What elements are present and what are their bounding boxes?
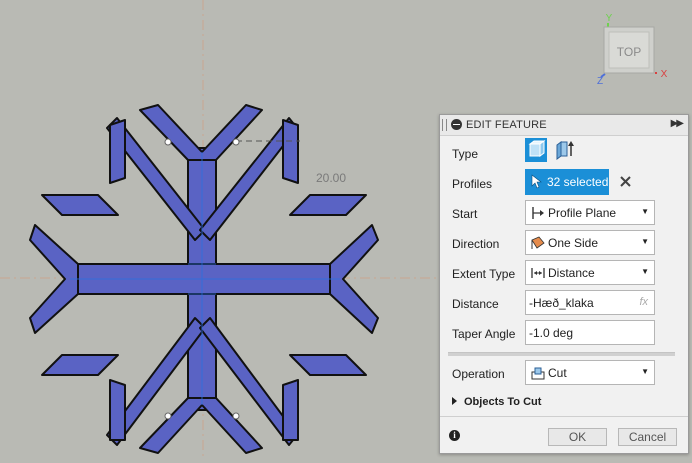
objects-to-cut-toggle[interactable]: Objects To Cut bbox=[452, 396, 541, 408]
branch-ll-a[interactable] bbox=[41, 354, 119, 376]
distance-input[interactable]: -Hæð_klaka fx bbox=[525, 290, 655, 315]
panel-footer: i OK Cancel bbox=[440, 416, 688, 453]
chevron-down-icon: ▼ bbox=[641, 237, 649, 246]
extent-type-value: Distance bbox=[548, 266, 595, 280]
direction-dropdown[interactable]: One Side ▼ bbox=[525, 230, 655, 255]
start-value: Profile Plane bbox=[548, 206, 617, 220]
profiles-label: Profiles bbox=[452, 177, 493, 191]
cancel-button[interactable]: Cancel bbox=[618, 428, 677, 446]
one-side-icon bbox=[531, 236, 545, 249]
ok-button[interactable]: OK bbox=[548, 428, 607, 446]
branch-lr-a[interactable] bbox=[289, 354, 367, 376]
branch-ur-b[interactable] bbox=[282, 119, 299, 184]
dimension-handle-left[interactable] bbox=[164, 138, 172, 146]
y-axis-label: Y bbox=[606, 13, 613, 24]
extent-type-dropdown[interactable]: Distance ▼ bbox=[525, 260, 655, 285]
start-label: Start bbox=[452, 207, 478, 221]
surface-extrude-icon bbox=[556, 141, 574, 160]
divider bbox=[448, 352, 675, 356]
fx-icon[interactable]: fx bbox=[639, 296, 648, 308]
direction-value: One Side bbox=[548, 236, 599, 250]
type-label: Type bbox=[452, 147, 479, 161]
taper-angle-input[interactable]: -1.0 deg bbox=[525, 320, 655, 345]
objects-to-cut-label: Objects To Cut bbox=[464, 396, 542, 408]
dimension-value: 20.00 bbox=[316, 171, 346, 185]
branch-ul-b[interactable] bbox=[109, 119, 126, 184]
chevron-down-icon: ▼ bbox=[641, 367, 649, 376]
panel-title: EDIT FEATURE bbox=[466, 119, 547, 131]
distance-icon bbox=[531, 268, 545, 278]
expand-icon[interactable]: ▶▶ bbox=[671, 118, 684, 129]
z-axis-label: Z bbox=[597, 76, 603, 87]
view-cube-svg: TOP Y X Z bbox=[597, 13, 668, 87]
direction-label: Direction bbox=[452, 237, 500, 251]
expand-triangle-icon bbox=[452, 397, 457, 405]
handle-bottom-right[interactable] bbox=[232, 412, 240, 420]
cube-face-label: TOP bbox=[617, 45, 641, 59]
distance-label: Distance bbox=[452, 297, 499, 311]
profiles-count: 32 selected bbox=[547, 175, 609, 189]
clear-selection-icon[interactable] bbox=[620, 176, 631, 187]
handle-bottom-left[interactable] bbox=[164, 412, 172, 420]
cursor-icon bbox=[531, 174, 542, 189]
chevron-down-icon: ▼ bbox=[641, 207, 649, 216]
type-surface-button[interactable] bbox=[553, 138, 575, 162]
distance-value: -Hæð_klaka bbox=[529, 296, 594, 310]
edit-feature-panel: EDIT FEATURE ▶▶ Type Profiles 32 selecte… bbox=[439, 114, 689, 454]
panel-header[interactable]: EDIT FEATURE ▶▶ bbox=[440, 115, 688, 136]
branch-ur-a[interactable] bbox=[289, 194, 367, 216]
solid-extrude-icon bbox=[528, 140, 546, 157]
profile-plane-icon bbox=[532, 207, 544, 219]
extent-type-label: Extent Type bbox=[452, 267, 516, 281]
taper-angle-value: -1.0 deg bbox=[529, 326, 574, 340]
branch-ll-b[interactable] bbox=[109, 379, 126, 441]
operation-dropdown[interactable]: Cut ▼ bbox=[525, 360, 655, 385]
dimension-handle-right[interactable] bbox=[232, 138, 240, 146]
x-axis-label: X bbox=[661, 69, 668, 80]
operation-value: Cut bbox=[548, 366, 567, 380]
drag-grip-icon[interactable] bbox=[442, 119, 447, 131]
collapse-icon[interactable] bbox=[451, 119, 462, 130]
branch-top[interactable] bbox=[139, 104, 263, 161]
view-cube[interactable]: TOP Y X Z bbox=[595, 10, 675, 90]
start-dropdown[interactable]: Profile Plane ▼ bbox=[525, 200, 655, 225]
operation-label: Operation bbox=[452, 367, 505, 381]
type-solid-button[interactable] bbox=[525, 138, 547, 162]
branch-lr-b[interactable] bbox=[282, 379, 299, 441]
cut-icon bbox=[531, 367, 545, 380]
branch-bottom[interactable] bbox=[139, 397, 263, 454]
profiles-selection-button[interactable]: 32 selected bbox=[525, 169, 609, 195]
chevron-down-icon: ▼ bbox=[641, 267, 649, 276]
taper-angle-label: Taper Angle bbox=[452, 327, 516, 341]
branch-ul-a[interactable] bbox=[41, 194, 119, 216]
info-icon[interactable]: i bbox=[449, 430, 460, 441]
